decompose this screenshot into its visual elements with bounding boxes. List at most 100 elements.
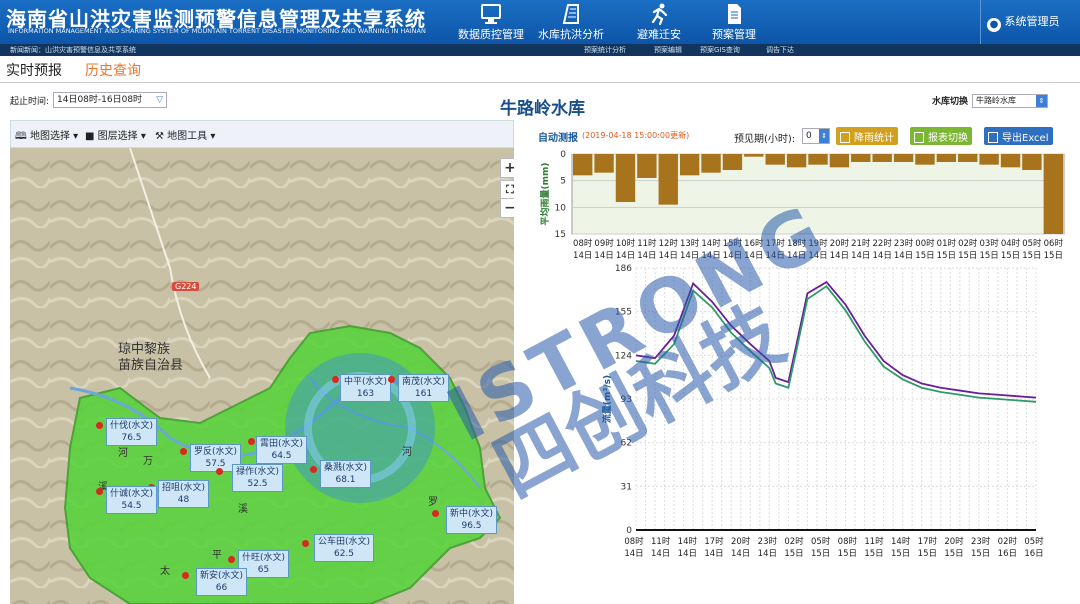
river-label: 溪 — [238, 504, 248, 515]
tab-bar: 实时预报 历史查询 — [0, 56, 1080, 83]
zoom-out-button[interactable]: − — [500, 198, 514, 218]
station-label[interactable]: 桑溅(水文) 68.1 — [320, 460, 372, 488]
ticker-item[interactable]: 预案编辑 — [654, 45, 682, 55]
running-person-icon — [651, 3, 668, 25]
x-tick-label: 16时 — [744, 238, 764, 249]
tab-history-query[interactable]: 历史查询 — [85, 60, 141, 82]
rain-bar — [594, 154, 614, 173]
map-select-menu[interactable]: 🕮 地图选择 ▾ — [15, 127, 78, 146]
station-label[interactable]: 什伐(水文) 76.5 — [106, 418, 158, 446]
nav-label: 数据质控管理 — [458, 28, 524, 41]
map-canvas[interactable]: G224 琼中黎族 苗族自治县 万 河 溪 河 平 太 罗 河 溪 + ⛶ − … — [10, 148, 514, 604]
app-subtitle: INFORMATION MANAGEMENT AND SHARING SYSTE… — [8, 27, 426, 35]
y-tick-label: 124 — [615, 351, 632, 361]
station-marker[interactable] — [310, 466, 317, 473]
station-label[interactable]: 新安(水文) 66 — [196, 568, 248, 596]
x-tick-label: 14日 — [894, 251, 913, 261]
nav-label: 预案管理 — [712, 28, 756, 41]
station-marker[interactable] — [96, 488, 103, 495]
rain-bar — [915, 154, 935, 165]
bar-chart-icon — [840, 132, 850, 143]
zoom-in-button[interactable]: + — [500, 158, 514, 178]
station-marker[interactable] — [302, 540, 309, 547]
report-switch-button[interactable]: 报表切换 — [910, 127, 972, 145]
station-marker[interactable] — [388, 376, 395, 383]
x-tick-label: 23时 — [758, 536, 778, 547]
station-marker[interactable] — [248, 438, 255, 445]
rain-bar — [936, 154, 957, 162]
station-marker[interactable] — [180, 448, 187, 455]
nav-data-quality[interactable]: 数据质控管理 — [446, 0, 536, 44]
forecast-period-select[interactable]: 0 ⇕ — [802, 128, 830, 144]
x-tick-label: 17时 — [918, 536, 938, 547]
y-tick-label: 0 — [626, 526, 632, 536]
x-tick-label: 15日 — [1022, 251, 1041, 261]
export-excel-button[interactable]: 导出Excel — [984, 127, 1053, 145]
station-label[interactable]: 公车田(水文) 62.5 — [314, 534, 375, 562]
x-tick-label: 14时 — [701, 238, 721, 249]
user-name: 系统管理员 — [1004, 15, 1060, 28]
button-label: 导出Excel — [1002, 133, 1049, 144]
tab-realtime-forecast[interactable]: 实时预报 — [6, 60, 62, 82]
station-marker[interactable] — [432, 510, 439, 517]
x-tick-label: 14日 — [594, 251, 613, 261]
rain-bar — [765, 154, 785, 165]
user-menu[interactable]: ● 系统管理员 — [980, 0, 1080, 44]
x-tick-label: 20时 — [731, 536, 751, 547]
station-marker[interactable] — [182, 572, 189, 579]
station-label[interactable]: 禄作(水文) 52.5 — [232, 464, 284, 492]
x-tick-label: 23时 — [894, 238, 914, 249]
layer-select-menu[interactable]: ■ 图层选择 ▾ — [85, 127, 146, 142]
x-tick-label: 04时 — [1001, 238, 1021, 249]
reservoir-switch-select[interactable]: 牛路岭水库 ⇕ — [972, 94, 1048, 108]
station-marker[interactable] — [216, 468, 223, 475]
x-tick-label: 14时 — [891, 536, 911, 547]
nav-reservoir-flood[interactable]: 水库抗洪分析 — [526, 0, 616, 44]
x-tick-label: 20时 — [944, 536, 964, 547]
x-tick-label: 12时 — [659, 238, 679, 249]
station-label[interactable]: 中平(水文) 163 — [340, 374, 392, 402]
y-tick-label: 0 — [560, 150, 566, 160]
x-tick-label: 19时 — [808, 238, 828, 249]
nav-plan-management[interactable]: 预案管理 — [689, 0, 779, 44]
station-label[interactable]: 霄田(水文) 64.5 — [256, 436, 308, 464]
layers-icon: ■ — [85, 131, 95, 142]
station-marker[interactable] — [228, 556, 235, 563]
x-tick-label: 15日 — [811, 549, 830, 559]
station-label[interactable]: 什诚(水文) 54.5 — [106, 486, 158, 514]
time-range-select[interactable]: 14日08时-16日08时 ▽ — [53, 92, 167, 108]
station-marker[interactable] — [332, 376, 339, 383]
station-label[interactable]: 新中(水文) 96.5 — [446, 506, 498, 534]
y-tick-label: 31 — [621, 482, 632, 492]
ticker-item[interactable]: 调告下达 — [766, 45, 794, 55]
y-tick-label: 5 — [560, 177, 566, 187]
x-tick-label: 17时 — [704, 536, 724, 547]
ticker-item[interactable]: 预案GIS查询 — [700, 45, 740, 55]
rainfall-stats-button[interactable]: 降雨统计 — [836, 127, 898, 145]
button-label: 降雨统计 — [854, 133, 894, 144]
ticker-item[interactable]: 预案统计分析 — [584, 45, 626, 55]
reservoir-title: 牛路岭水库 — [500, 99, 585, 119]
x-tick-label: 14日 — [873, 251, 892, 261]
fullscreen-icon[interactable]: ⛶ — [500, 180, 514, 200]
river-label: 罗 — [428, 497, 438, 508]
x-tick-label: 14日 — [680, 251, 699, 261]
river-label: 太 — [160, 566, 170, 577]
x-tick-label: 14日 — [704, 549, 723, 559]
x-tick-label: 15日 — [838, 549, 857, 559]
station-label[interactable]: 南茂(水文) 161 — [398, 374, 450, 402]
chevron-down-icon: ▽ — [156, 95, 163, 105]
x-tick-label: 15日 — [915, 251, 934, 261]
station-label[interactable]: 招咀(水文) 48 — [158, 480, 210, 508]
x-tick-label: 06时 — [1044, 238, 1064, 249]
x-tick-label: 14日 — [701, 251, 720, 261]
rainfall-bar-chart: 051015平均雨量(mm)08时14日09时14日10时14日11时14日12… — [539, 150, 1065, 261]
x-tick-label: 14日 — [787, 251, 806, 261]
rain-bar — [701, 154, 721, 173]
x-tick-label: 14日 — [616, 251, 635, 261]
x-tick-label: 23时 — [971, 536, 991, 547]
station-marker[interactable] — [96, 422, 103, 429]
x-tick-label: 20时 — [830, 238, 850, 249]
x-tick-label: 08时 — [573, 238, 593, 249]
map-tools-menu[interactable]: ⚒ 地图工具 ▾ — [155, 127, 215, 142]
